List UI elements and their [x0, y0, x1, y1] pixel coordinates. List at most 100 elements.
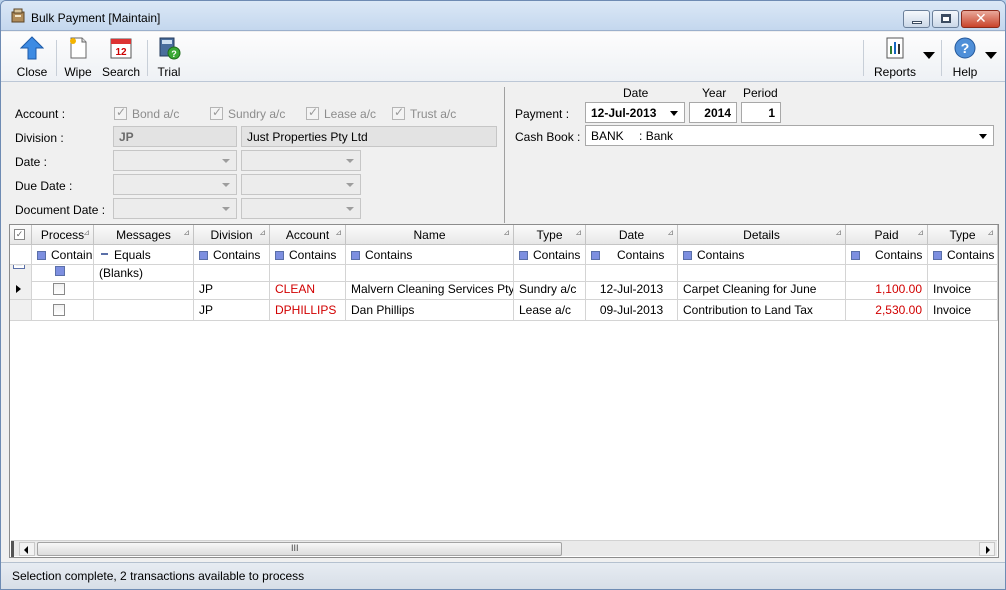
process-checkbox[interactable]: [53, 283, 65, 295]
maximize-icon: [941, 14, 951, 23]
filter-operator-icon: [591, 251, 600, 260]
table-row[interactable]: JP DPHILLIPS Dan Phillips Lease a/c 09-J…: [10, 300, 998, 321]
filter-operator-icon: [37, 251, 46, 260]
toolbar-separator: [941, 40, 942, 76]
select-all-header[interactable]: ✓: [10, 225, 32, 245]
report-icon: [886, 37, 904, 59]
trust-checkbox[interactable]: [392, 105, 405, 120]
filter-type[interactable]: Contains: [514, 245, 586, 265]
status-text: Selection complete, 2 transactions avail…: [12, 569, 305, 583]
pin-icon: ⊿: [987, 228, 994, 237]
bulk-payment-window: Bulk Payment [Maintain] ✕ Close Wipe 12 …: [0, 0, 1006, 590]
horizontal-scrollbar[interactable]: III: [11, 540, 997, 557]
filter-operator-icon: [933, 251, 942, 260]
date-from-combo[interactable]: [113, 150, 237, 171]
title-bar: Bulk Payment [Maintain] ✕: [1, 1, 1005, 31]
column-header-type2[interactable]: Type ⊿: [928, 225, 998, 245]
column-header-messages[interactable]: Messages ⊿: [94, 225, 194, 245]
table-row[interactable]: JP CLEAN Malvern Cleaning Services Pty S…: [10, 279, 998, 300]
column-header-account[interactable]: Account ⊿: [270, 225, 346, 245]
minimize-button[interactable]: [903, 10, 930, 28]
type-cell: Lease a/c: [514, 300, 586, 321]
sundry-checkbox[interactable]: [210, 105, 223, 120]
payment-year-field[interactable]: 2014: [689, 102, 737, 123]
filter-paid[interactable]: Contains: [846, 245, 928, 265]
column-header-name[interactable]: Name ⊿: [346, 225, 514, 245]
minimize-icon: [912, 21, 922, 24]
lease-checkbox[interactable]: [306, 105, 319, 120]
reports-button[interactable]: Reports: [869, 34, 921, 80]
pin-icon: ⊿: [83, 228, 90, 237]
pin-icon: ⊿: [259, 228, 266, 237]
status-bar: Selection complete, 2 transactions avail…: [1, 562, 1005, 589]
close-window-button[interactable]: ✕: [961, 10, 1000, 28]
process-cell[interactable]: [32, 279, 94, 300]
process-cell[interactable]: [32, 300, 94, 321]
column-header-paid[interactable]: Paid ⊿: [846, 225, 928, 245]
payment-date-combo[interactable]: 12-Jul-2013: [585, 102, 685, 123]
document-date-from-combo[interactable]: [113, 198, 237, 219]
scroll-thumb[interactable]: III: [37, 542, 562, 556]
cash-book-name: : Bank: [639, 129, 674, 143]
scroll-left-button[interactable]: [19, 542, 35, 556]
pin-icon: ⊿: [503, 228, 510, 237]
help-button[interactable]: ? Help: [946, 34, 984, 80]
details-cell: Contribution to Land Tax: [678, 300, 846, 321]
trial-button[interactable]: ? Trial: [153, 34, 185, 80]
calculator-icon: ?: [159, 37, 181, 60]
column-header-date[interactable]: Date ⊿: [586, 225, 678, 245]
date-column-header: Date: [623, 86, 649, 100]
lease-label: Lease a/c: [324, 107, 377, 121]
filter-division[interactable]: Contains: [194, 245, 270, 265]
column-header-details[interactable]: Details ⊿: [678, 225, 846, 245]
filter-process[interactable]: Contain: [32, 245, 94, 265]
reports-dropdown-icon[interactable]: [923, 52, 935, 59]
column-header-type[interactable]: Type ⊿: [514, 225, 586, 245]
payment-period-field[interactable]: 1: [741, 102, 781, 123]
row-selector[interactable]: [10, 300, 32, 321]
toolbar-separator: [863, 40, 864, 76]
search-button[interactable]: 12 Search: [101, 34, 141, 80]
filter-row: Contain Equals Contains Contains Contain…: [10, 245, 998, 265]
transactions-grid: ✓ Process ⊿ Messages ⊿ Division ⊿ Account ⊿ …: [9, 224, 999, 558]
wipe-button[interactable]: Wipe: [61, 34, 95, 80]
division-name-field: Just Properties Pty Ltd: [241, 126, 497, 147]
column-header-division[interactable]: Division ⊿: [194, 225, 270, 245]
date-label: Date :: [15, 155, 48, 169]
maximize-button[interactable]: [932, 10, 959, 28]
due-date-to-combo[interactable]: [241, 174, 361, 195]
close-icon: ✕: [975, 10, 987, 26]
pin-icon: ⊿: [335, 228, 342, 237]
filter-operator-icon: [275, 251, 284, 260]
messages-cell: [94, 300, 194, 321]
row-selector[interactable]: [10, 279, 32, 300]
help-dropdown-icon[interactable]: [985, 52, 997, 59]
scroll-grip-icon: III: [291, 543, 299, 553]
scrollbar-edge: [11, 541, 14, 557]
parameters-panel: Account : Bond a/c Sundry a/c Lease a/c …: [1, 83, 1005, 223]
account-label: Account :: [15, 107, 66, 121]
filter-details[interactable]: Contains: [678, 245, 846, 265]
due-date-from-combo[interactable]: [113, 174, 237, 195]
filter-account[interactable]: Contains: [270, 245, 346, 265]
filter-type2[interactable]: Contains: [928, 245, 998, 265]
bond-checkbox[interactable]: [114, 105, 127, 120]
payment-label: Payment :: [515, 107, 570, 121]
cash-book-combo[interactable]: BANK : Bank: [585, 125, 994, 146]
date-to-combo[interactable]: [241, 150, 361, 171]
filter-name[interactable]: Contains: [346, 245, 514, 265]
calendar-icon-text: 12: [115, 47, 127, 58]
process-checkbox[interactable]: [53, 304, 65, 316]
division-label: Division :: [15, 131, 64, 145]
scroll-right-button[interactable]: [979, 542, 995, 556]
app-icon: [11, 8, 25, 23]
select-all-checkbox-icon: ✓: [14, 229, 25, 240]
filter-row-selector: [10, 245, 32, 265]
document-date-to-combo[interactable]: [241, 198, 361, 219]
column-header-process[interactable]: Process ⊿: [32, 225, 94, 245]
cash-book-label: Cash Book :: [515, 130, 581, 144]
filter-messages[interactable]: Equals: [94, 245, 194, 265]
filter-date[interactable]: Contains: [586, 245, 678, 265]
name-cell: Malvern Cleaning Services Pty: [346, 279, 514, 300]
close-button[interactable]: Close: [13, 34, 51, 80]
